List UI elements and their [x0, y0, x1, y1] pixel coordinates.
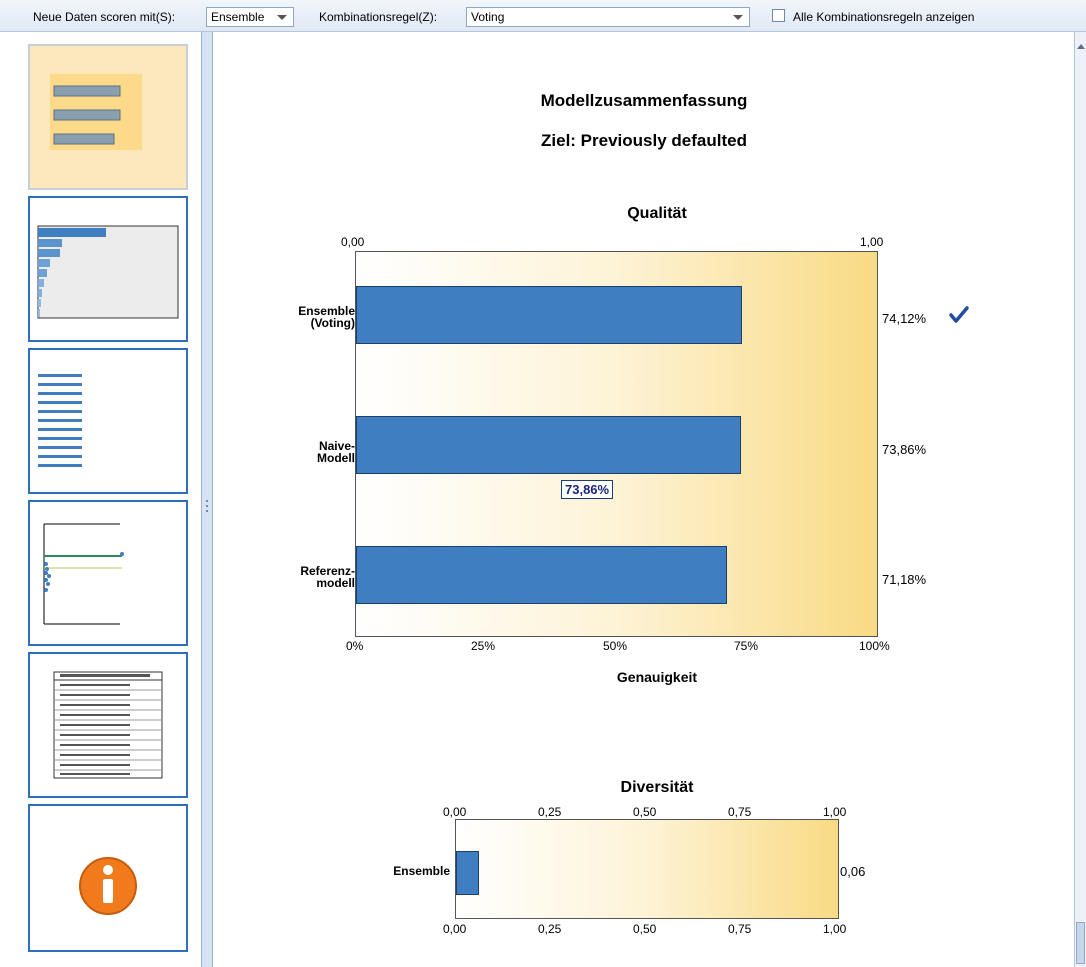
bar-value-tooltip: 73,86% — [561, 480, 614, 499]
diversity-top-tick: 1,00 — [823, 805, 847, 819]
quality-x-tick: 75% — [734, 639, 759, 653]
combination-rule-value: Voting — [471, 10, 505, 24]
quality-x-tick: 100% — [859, 639, 890, 653]
splitter-grip — [206, 510, 208, 512]
toolbar: Neue Daten scoren mit(S): Ensemble Kombi… — [0, 0, 1086, 32]
quality-value-label: 74,12% — [882, 311, 927, 326]
scrollbar-thumb[interactable] — [1076, 922, 1085, 964]
vertical-scrollbar[interactable] — [1074, 32, 1086, 967]
splitter-grip — [206, 505, 208, 507]
quality-category-label: Ensemble (Voting) — [298, 305, 355, 329]
model-summary-panel: Modellzusammenfassung Ziel: Previously d… — [212, 32, 1074, 967]
quality-category-line: (Voting) — [310, 316, 355, 330]
line-chart-icon — [43, 523, 124, 625]
thumbnail-predictor-importance[interactable] — [28, 196, 188, 342]
diversity-bottom-tick: 0,25 — [538, 922, 562, 936]
page-title: Modellzusammenfassung — [540, 91, 748, 110]
diversity-top-tick: 0,00 — [443, 805, 467, 819]
model-summary-icon — [50, 74, 142, 150]
quality-category-line: modell — [316, 576, 355, 590]
checkmark-icon — [949, 306, 969, 323]
score-with-value: Ensemble — [211, 10, 265, 24]
table-icon — [53, 671, 163, 779]
chevron-down-icon — [277, 15, 287, 20]
diversity-bar — [456, 851, 479, 895]
diversity-value-label: 0,06 — [840, 864, 866, 879]
diversity-bottom-tick: 0,00 — [443, 922, 467, 936]
quality-top-tick-0: 0,00 — [341, 235, 365, 249]
quality-bar — [356, 286, 742, 344]
splitter-grip — [206, 500, 208, 502]
quality-x-tick: 0% — [346, 639, 364, 653]
diversity-top-tick: 0,25 — [538, 805, 562, 819]
diversity-category-label: Ensemble — [393, 864, 450, 878]
quality-category-label: Referenz- modell — [300, 565, 355, 589]
combination-rule-label: Kombinationsregel(Z): — [319, 10, 438, 24]
info-icon — [79, 857, 137, 915]
show-all-rules-label[interactable]: Alle Kombinationsregeln anzeigen — [793, 10, 974, 24]
thumbnail-predictor-frequency[interactable] — [28, 348, 188, 494]
diversity-plot-area — [455, 819, 839, 919]
quality-category-label: Naive- Modell — [317, 440, 355, 464]
quality-x-tick: 25% — [471, 639, 496, 653]
quality-bar — [356, 546, 727, 604]
combination-rule-select[interactable]: Voting — [466, 7, 750, 27]
quality-value-label: 71,18% — [882, 572, 927, 587]
dot-matrix-icon — [38, 374, 82, 467]
thumbnail-component-accuracy[interactable] — [28, 500, 188, 646]
thumbnail-component-details[interactable] — [28, 652, 188, 798]
diversity-bottom-tick: 0,75 — [728, 922, 752, 936]
diversity-top-tick: 0,75 — [728, 805, 752, 819]
quality-top-tick-1: 1,00 — [860, 235, 884, 249]
target-subtitle: Ziel: Previously defaulted — [541, 131, 747, 150]
thumbnail-model-summary[interactable] — [28, 44, 188, 190]
show-all-rules-checkbox[interactable] — [772, 9, 785, 22]
view-thumbnail-sidebar — [0, 32, 202, 967]
bar-chart-icon — [37, 225, 179, 319]
scroll-up-icon[interactable] — [1077, 44, 1085, 49]
quality-category-line: Modell — [317, 451, 355, 465]
diversity-top-tick: 0,50 — [633, 805, 657, 819]
quality-chart-title: Qualität — [627, 205, 687, 222]
quality-bar — [356, 416, 741, 474]
diversity-bottom-tick: 1,00 — [823, 922, 847, 936]
quality-x-tick: 50% — [603, 639, 628, 653]
chevron-down-icon — [733, 15, 743, 20]
thumbnail-information[interactable] — [28, 804, 188, 952]
quality-value-label: 73,86% — [882, 442, 927, 457]
diversity-bottom-tick: 0,50 — [633, 922, 657, 936]
diversity-chart-title: Diversität — [620, 779, 694, 796]
quality-x-axis-label: Genauigkeit — [616, 669, 698, 685]
score-with-select[interactable]: Ensemble — [206, 7, 294, 27]
score-with-label: Neue Daten scoren mit(S): — [33, 10, 176, 24]
quality-plot-area — [355, 251, 878, 637]
